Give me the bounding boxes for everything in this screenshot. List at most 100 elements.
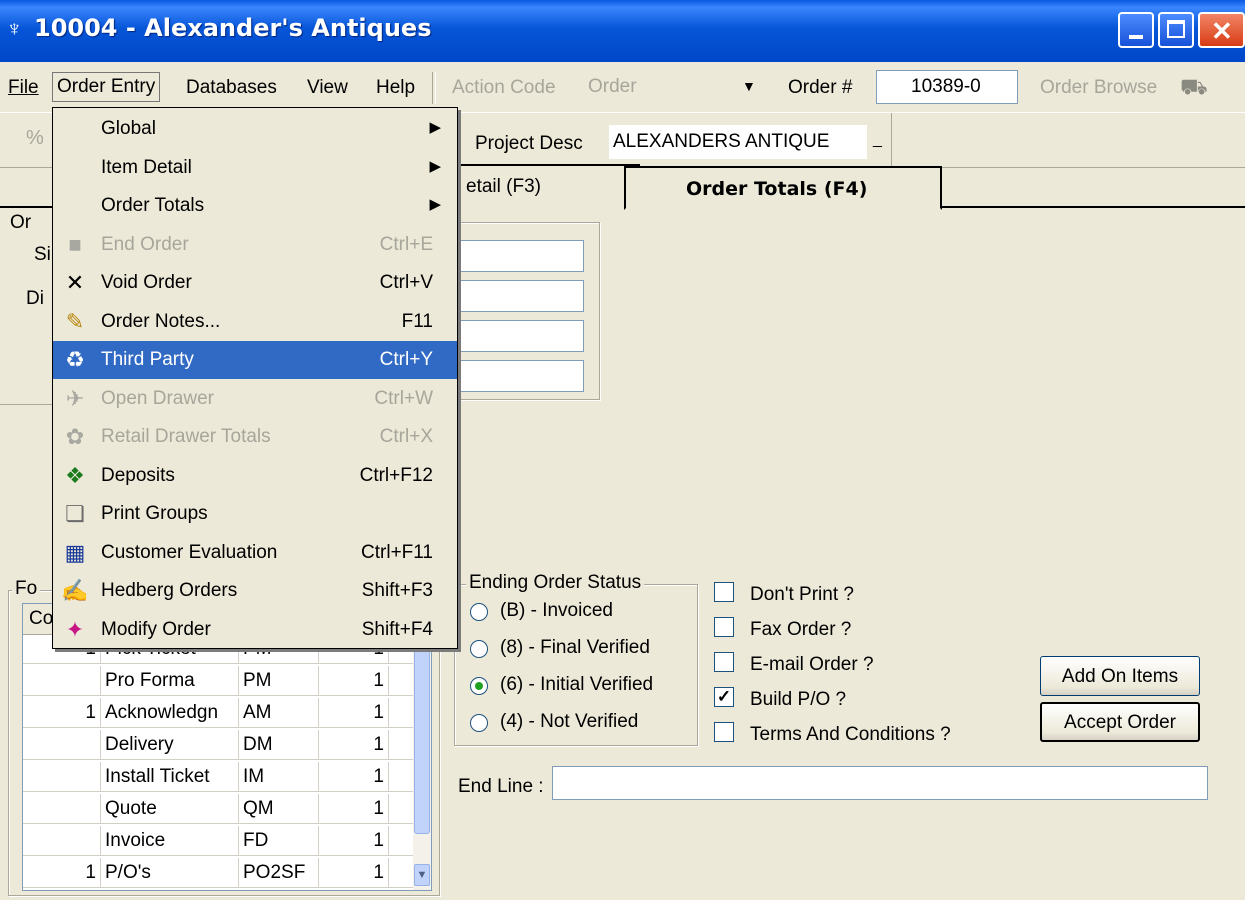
tab-order-totals[interactable]: Order Totals (F4): [624, 166, 942, 210]
grid-cell-count[interactable]: [23, 794, 101, 823]
status-radio-label[interactable]: (6) - Initial Verified: [500, 674, 653, 696]
grid-cell-code[interactable]: DM: [239, 730, 319, 759]
maximize-icon[interactable]: [1158, 12, 1194, 48]
option-checkbox-label[interactable]: Terms And Conditions ?: [750, 724, 951, 746]
menu-item-void-order[interactable]: ✕ Void Order Ctrl+V: [53, 264, 457, 302]
menu-bar: File Order Entry Databases View Help Act…: [0, 62, 1245, 112]
project-desc-dropdown-icon[interactable]: _: [873, 131, 882, 149]
menu-databases[interactable]: Databases: [182, 74, 281, 102]
menu-item-customer-evaluation[interactable]: ▦ Customer Evaluation Ctrl+F11: [53, 534, 457, 572]
menu-item-item-detail[interactable]: Item Detail ▶: [53, 149, 457, 187]
status-radio[interactable]: [470, 640, 488, 658]
submenu-arrow-icon: ▶: [429, 157, 441, 175]
totals-field-3[interactable]: [440, 320, 584, 352]
table-row[interactable]: 1 Acknowledgn AM 1: [23, 698, 413, 728]
menu-item-modify-order[interactable]: ✦ Modify Order Shift+F4: [53, 611, 457, 649]
scrollbar-thumb[interactable]: [414, 628, 430, 834]
table-row[interactable]: Invoice FD 1: [23, 826, 413, 856]
grid-cell-name[interactable]: Pro Forma: [101, 666, 239, 695]
grid-cell-code[interactable]: PO2SF: [239, 858, 319, 887]
table-row[interactable]: Quote QM 1: [23, 794, 413, 824]
menu-item-shortcut: Ctrl+F11: [361, 541, 433, 563]
table-row[interactable]: Delivery DM 1: [23, 730, 413, 760]
modify-order-icon: ✦: [65, 616, 85, 642]
menu-view[interactable]: View: [303, 74, 352, 102]
status-radio-label[interactable]: (4) - Not Verified: [500, 711, 638, 733]
option-checkbox[interactable]: [714, 652, 734, 672]
menu-item-order-totals[interactable]: Order Totals ▶: [53, 187, 457, 225]
project-desc-field[interactable]: ALEXANDERS ANTIQUE: [609, 125, 867, 159]
option-checkbox[interactable]: [714, 722, 734, 742]
menu-order-entry[interactable]: Order Entry: [52, 72, 161, 102]
option-checkbox[interactable]: [714, 582, 734, 602]
option-checkbox-label[interactable]: Fax Order ?: [750, 619, 851, 641]
menu-item-hedberg-orders[interactable]: ✍ Hedberg Orders Shift+F3: [53, 572, 457, 610]
grid-cell-copies[interactable]: 1: [319, 826, 389, 855]
grid-cell-copies[interactable]: 1: [319, 762, 389, 791]
totals-field-4[interactable]: [440, 360, 584, 392]
grid-cell-count[interactable]: [23, 730, 101, 759]
grid-cell-code[interactable]: FD: [239, 826, 319, 855]
grid-cell-copies[interactable]: 1: [319, 730, 389, 759]
menu-item-global[interactable]: Global ▶: [53, 110, 457, 148]
menu-item-deposits[interactable]: ❖ Deposits Ctrl+F12: [53, 457, 457, 495]
status-radio[interactable]: [470, 603, 488, 621]
option-checkbox-label[interactable]: Don't Print ?: [750, 584, 854, 606]
accept-order-button[interactable]: Accept Order: [1040, 702, 1200, 742]
menu-item-third-party[interactable]: ♻ Third Party Ctrl+Y: [53, 341, 457, 379]
grid-cell-name[interactable]: Install Ticket: [101, 762, 239, 791]
menu-item-print-groups[interactable]: ❏ Print Groups: [53, 495, 457, 533]
grid-cell-count[interactable]: [23, 666, 101, 695]
grid-cell-copies[interactable]: 1: [319, 666, 389, 695]
close-icon[interactable]: ✕: [1198, 12, 1245, 48]
binoculars-icon[interactable]: ⛟: [1180, 74, 1208, 103]
grid-cell-copies[interactable]: 1: [319, 698, 389, 727]
end-line-field[interactable]: [552, 766, 1208, 800]
table-row[interactable]: Install Ticket IM 1: [23, 762, 413, 792]
menu-help[interactable]: Help: [372, 74, 419, 102]
action-code-combo[interactable]: Order ▼: [584, 72, 772, 104]
option-checkbox-label[interactable]: E-mail Order ?: [750, 654, 874, 676]
totals-field-2[interactable]: [440, 280, 584, 312]
grid-cell-copies[interactable]: 1: [319, 794, 389, 823]
grid-cell-name[interactable]: Quote: [101, 794, 239, 823]
percent-icon[interactable]: %: [26, 127, 44, 150]
grid-cell-code[interactable]: AM: [239, 698, 319, 727]
grid-cell-count[interactable]: [23, 762, 101, 791]
grid-cell-count[interactable]: 1: [23, 698, 101, 727]
customer-evaluation-icon: ▦: [64, 539, 86, 565]
grid-cell-name[interactable]: Invoice: [101, 826, 239, 855]
grid-cell-count[interactable]: [23, 826, 101, 855]
add-on-items-button[interactable]: Add On Items: [1040, 656, 1200, 696]
status-radio-label[interactable]: (8) - Final Verified: [500, 637, 650, 659]
minimize-icon[interactable]: [1118, 12, 1154, 48]
status-radio[interactable]: [470, 714, 488, 732]
totals-field-1[interactable]: [440, 240, 584, 272]
option-checkbox-label[interactable]: Build P/O ?: [750, 689, 846, 711]
grid-cell-name[interactable]: Delivery: [101, 730, 239, 759]
grid-cell-name[interactable]: Acknowledgn: [101, 698, 239, 727]
tab-item-detail-label: etail (F3): [466, 176, 541, 197]
grid-cell-code[interactable]: IM: [239, 762, 319, 791]
status-radio[interactable]: [470, 677, 488, 695]
menu-item-label: Hedberg Orders: [101, 580, 238, 601]
status-radio-label[interactable]: (B) - Invoiced: [500, 600, 613, 622]
tab-item-detail[interactable]: etail (F3): [440, 164, 640, 208]
grid-cell-name[interactable]: P/O's: [101, 858, 239, 887]
order-browse-label[interactable]: Order Browse: [1040, 77, 1157, 99]
option-checkbox[interactable]: [714, 617, 734, 637]
grid-cell-code[interactable]: PM: [239, 666, 319, 695]
order-number-field[interactable]: 10389-0: [876, 70, 1018, 104]
option-checkbox[interactable]: ✓: [714, 687, 734, 707]
table-row[interactable]: Pro Forma PM 1: [23, 666, 413, 696]
menu-item-order-notes[interactable]: ✎ Order Notes... F11: [53, 303, 457, 341]
grid-cell-code[interactable]: QM: [239, 794, 319, 823]
order-number-label: Order #: [788, 77, 853, 98]
table-row[interactable]: 1 P/O's PO2SF 1: [23, 858, 413, 888]
grid-cell-copies[interactable]: 1: [319, 858, 389, 887]
menu-file[interactable]: File: [4, 74, 43, 102]
scroll-down-icon[interactable]: ▼: [414, 864, 430, 886]
menu-item-label: Retail Drawer Totals: [101, 426, 271, 447]
grid-cell-count[interactable]: 1: [23, 858, 101, 887]
notes-icon: ✎: [65, 308, 85, 334]
